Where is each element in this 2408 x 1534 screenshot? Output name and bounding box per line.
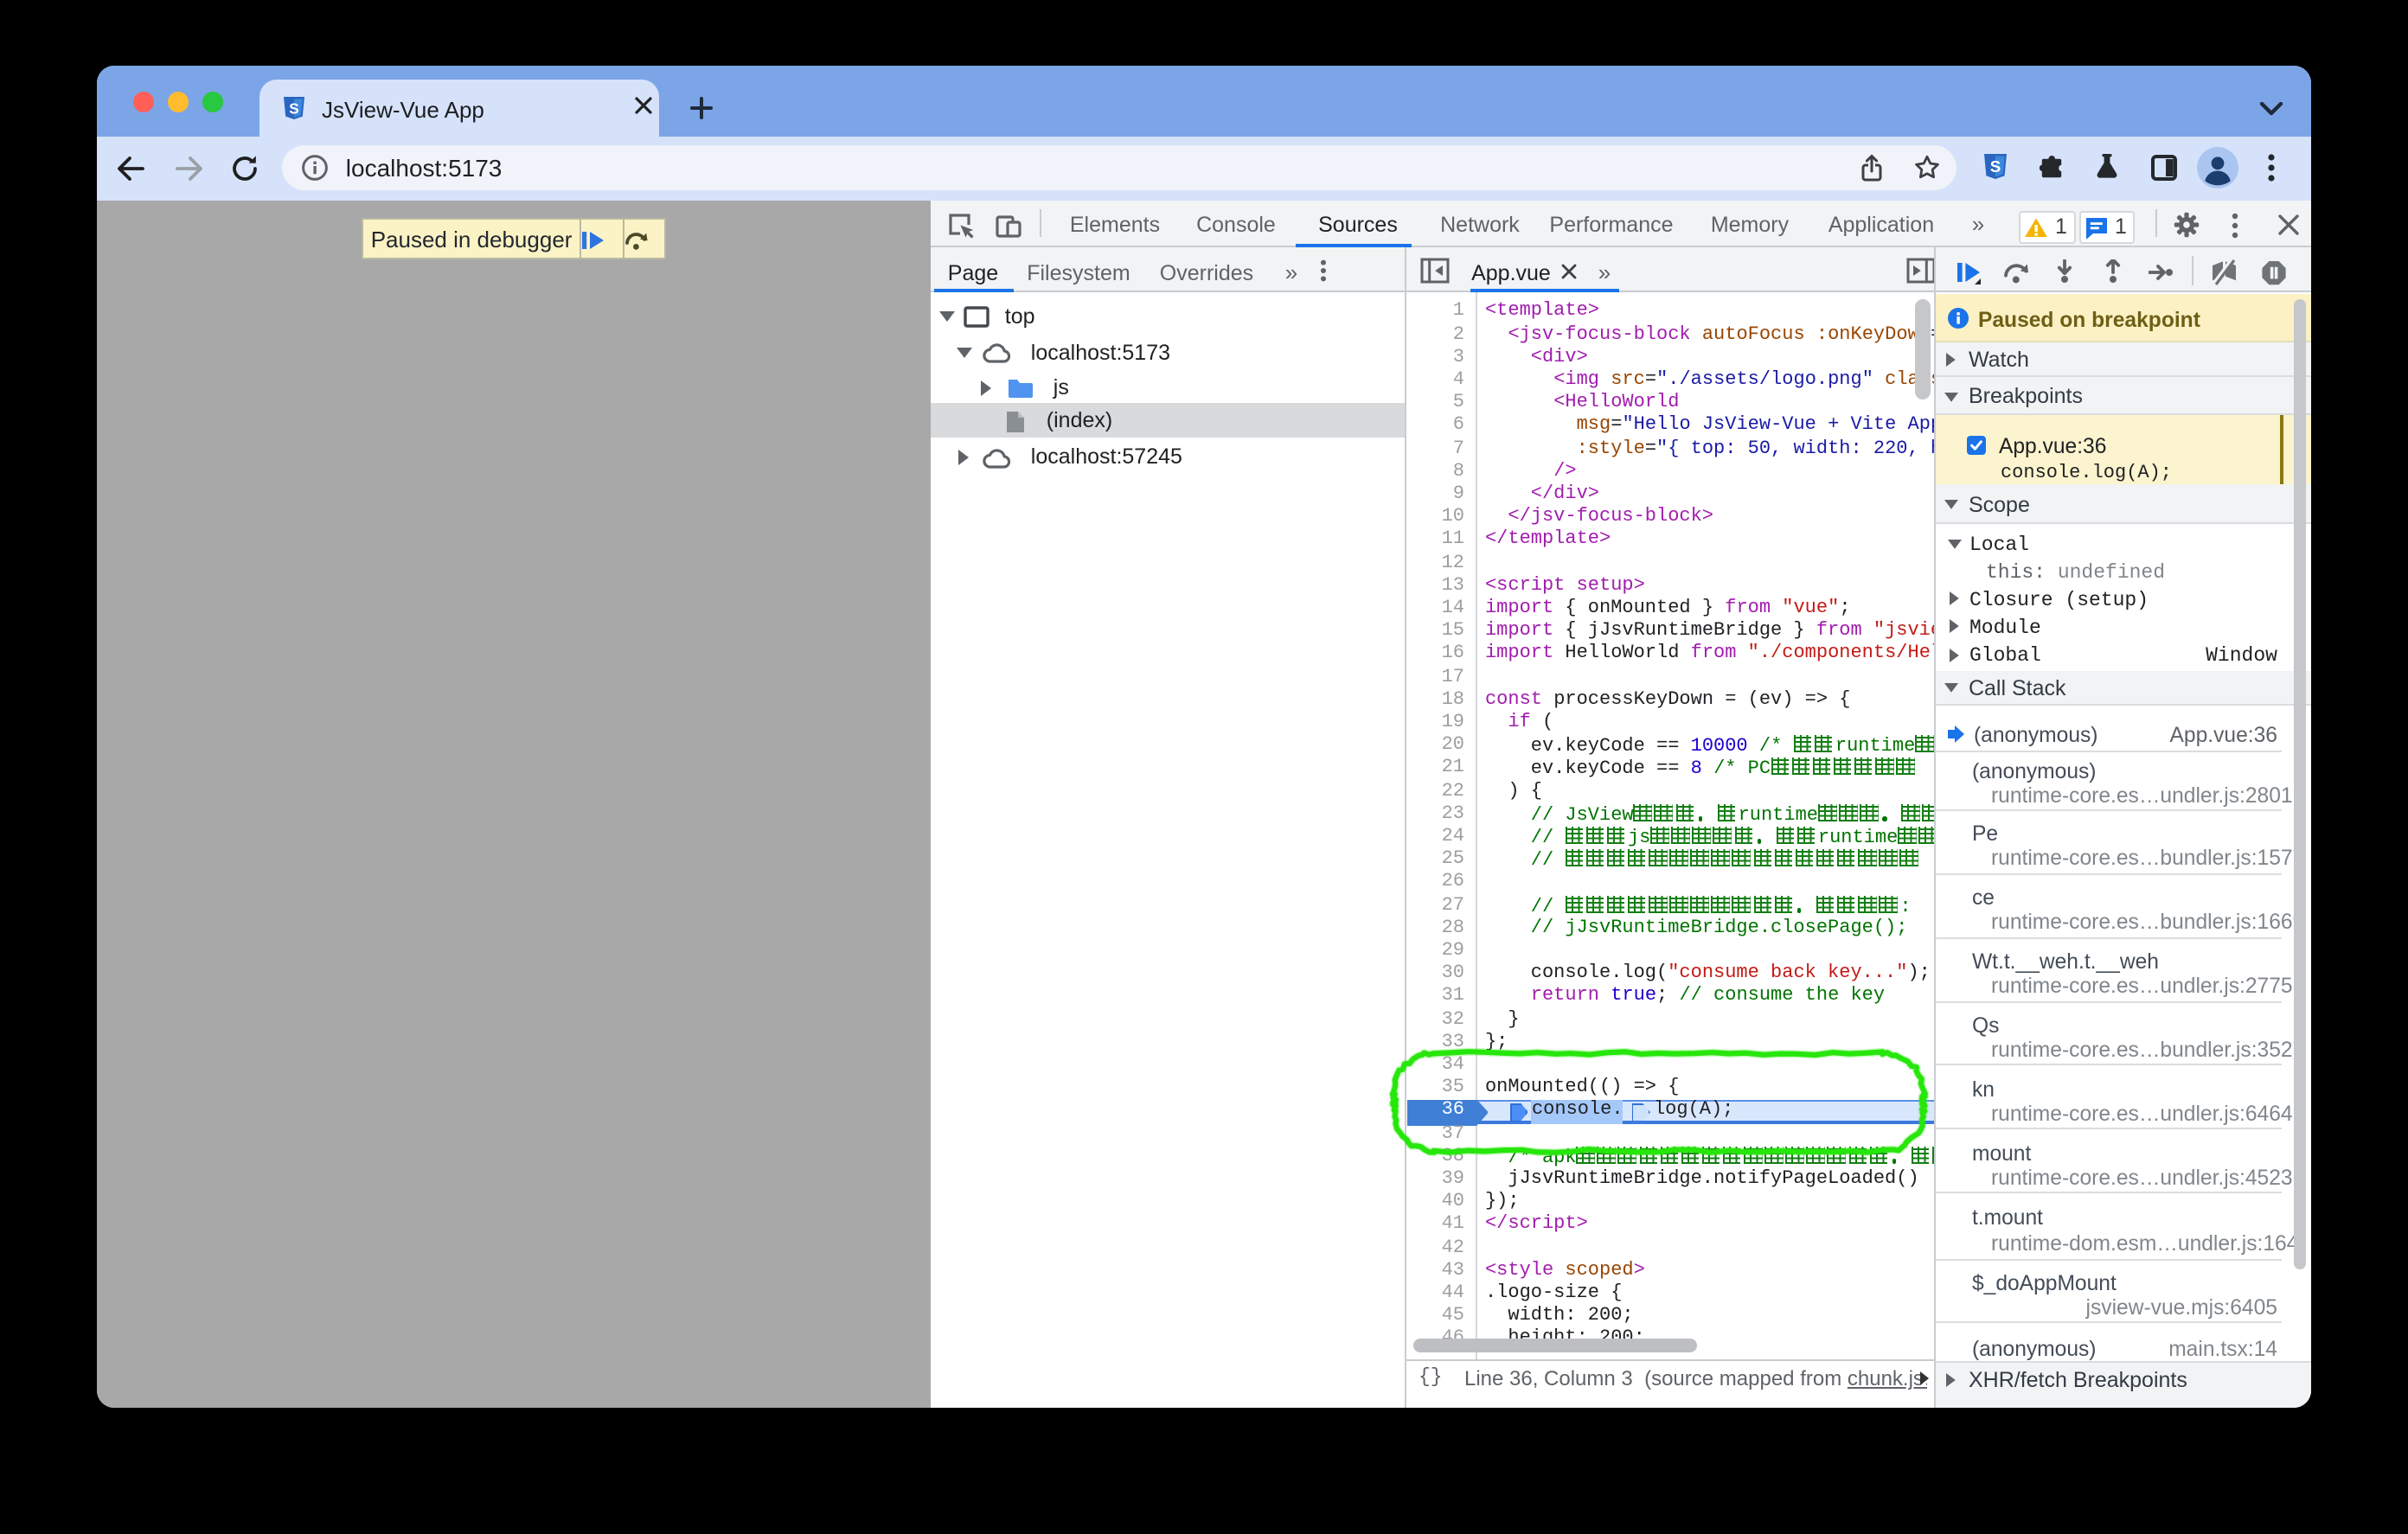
svg-text:S: S [289, 100, 298, 118]
svg-text:S: S [1991, 157, 2002, 176]
